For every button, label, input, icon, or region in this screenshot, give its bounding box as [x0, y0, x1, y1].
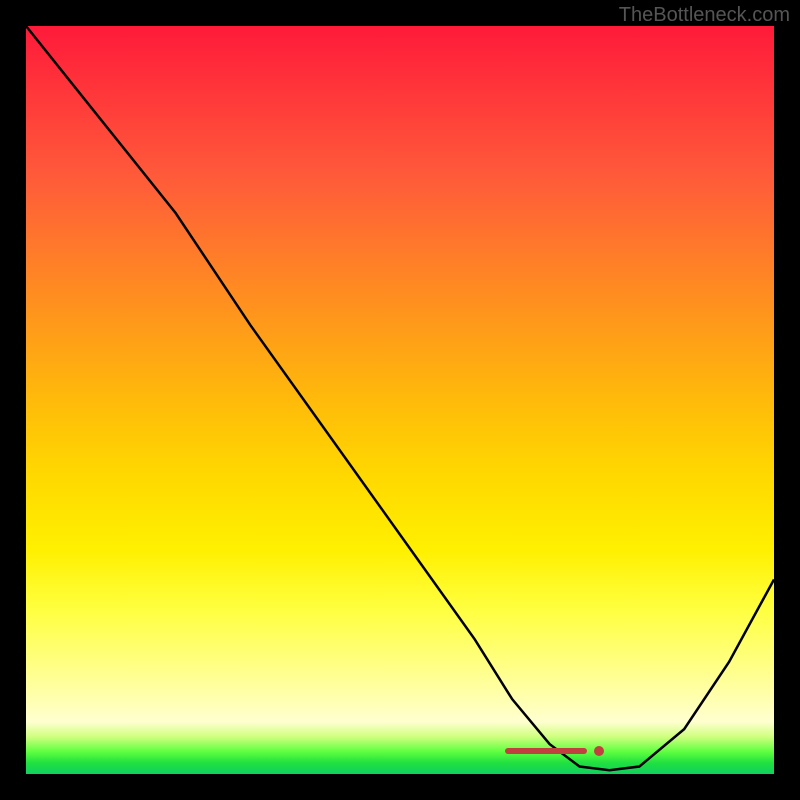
watermark-text: TheBottleneck.com [619, 4, 790, 27]
bottleneck-curve-line [26, 26, 774, 770]
bottleneck-curve-svg [26, 26, 774, 774]
optimal-range-marker [505, 748, 587, 754]
chart-plot-area [26, 26, 774, 774]
